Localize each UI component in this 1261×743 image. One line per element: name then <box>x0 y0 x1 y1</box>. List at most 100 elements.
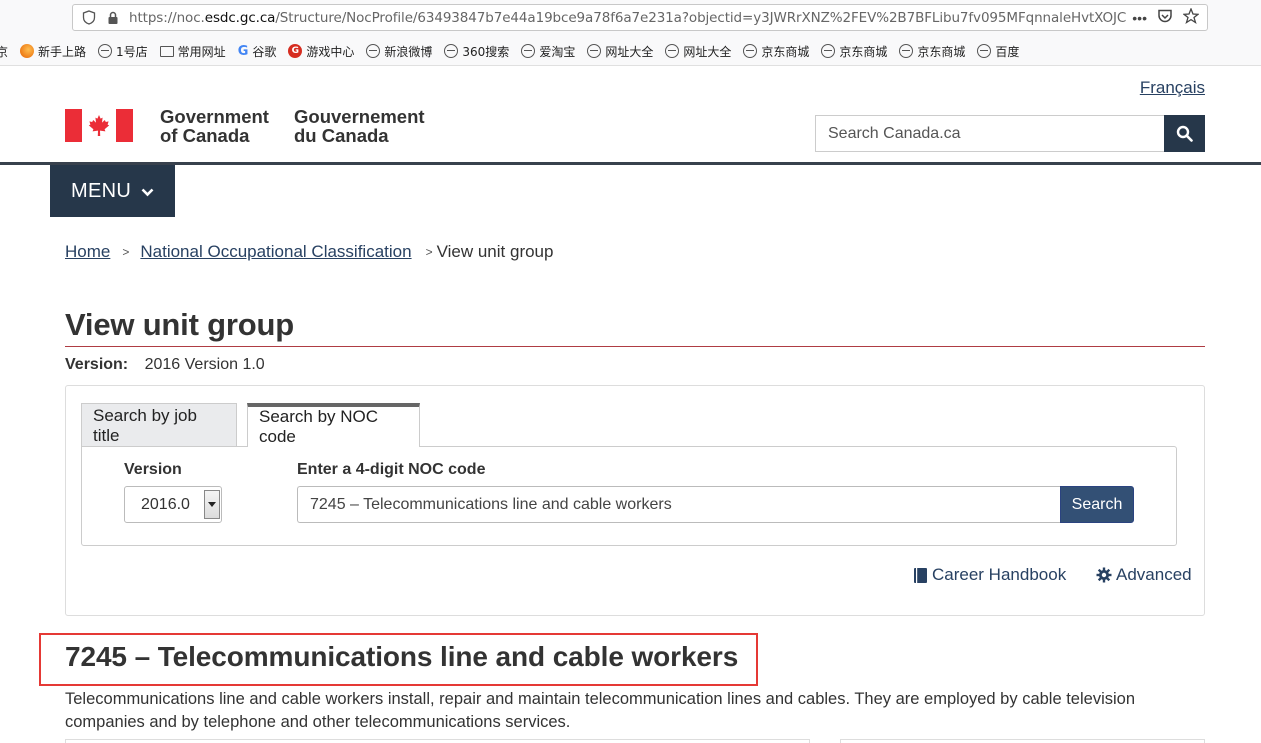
breadcrumb-noc-link[interactable]: National Occupational Classification <box>140 242 411 262</box>
breadcrumb-separator: > <box>425 245 433 259</box>
bookmark-label: 网址大全 <box>605 44 654 59</box>
bookmark-item[interactable]: 网址大全 <box>587 43 653 60</box>
select-arrow-icon[interactable] <box>204 490 220 519</box>
menu-label: MENU <box>71 179 132 202</box>
bookmark-item[interactable]: 1号店 <box>98 43 148 60</box>
google-icon: G <box>237 43 249 59</box>
bookmark-item[interactable]: 京 <box>0 43 8 60</box>
bookmark-item[interactable]: 新浪微博 <box>366 43 432 60</box>
version-select-label: Version <box>124 461 182 478</box>
pocket-icon[interactable] <box>1157 9 1173 27</box>
globe-icon <box>521 44 536 58</box>
site-search-input[interactable]: Search Canada.ca <box>815 115 1164 152</box>
bookmark-item[interactable]: 新手上路 <box>20 43 86 60</box>
version-info-value: 2016 Version 1.0 <box>144 356 265 373</box>
bookmark-item[interactable]: 网址大全 <box>665 43 731 60</box>
version-info: Version: 2016 Version 1.0 <box>65 356 265 374</box>
version-select-value: 2016.0 <box>141 495 190 513</box>
signature-fr-line1: Gouvernement <box>294 106 425 127</box>
bookmark-item[interactable]: G 谷歌 <box>238 43 277 60</box>
bookmark-label: 爱淘宝 <box>539 44 576 59</box>
tab-search-by-job-title[interactable]: Search by job title <box>81 403 237 447</box>
bookmark-item[interactable]: 360搜索 <box>444 43 509 60</box>
content-card <box>840 739 1205 743</box>
noc-code-input[interactable]: 7245 – Telecommunications line and cable… <box>297 486 1061 523</box>
bookmark-star-icon[interactable] <box>1182 7 1200 27</box>
globe-icon <box>665 44 680 58</box>
signature-english: Government of Canada <box>160 107 269 145</box>
globe-icon <box>98 44 113 58</box>
game-icon: G <box>288 44 303 58</box>
firefox-icon <box>20 44 35 58</box>
version-select[interactable]: 2016.0 <box>124 486 222 523</box>
bookmark-label: 1号店 <box>116 44 148 59</box>
search-icon <box>1176 125 1193 142</box>
bookmark-label: 京 <box>0 44 9 59</box>
bookmark-label: 网址大全 <box>683 44 732 59</box>
browser-chrome: https://noc.esdc.gc.ca/Structure/NocProf… <box>0 0 1261 66</box>
signature-en-line2: of Canada <box>160 125 250 146</box>
signature-en-line1: Government <box>160 106 269 127</box>
url-text[interactable]: https://noc.esdc.gc.ca/Structure/NocProf… <box>129 10 1132 26</box>
bookmark-label: 百度 <box>995 44 1020 59</box>
bookmark-item[interactable]: 京东商城 <box>743 43 809 60</box>
shield-icon[interactable] <box>81 10 97 26</box>
address-bar[interactable]: https://noc.esdc.gc.ca/Structure/NocProf… <box>72 4 1208 31</box>
lock-icon[interactable] <box>105 10 121 26</box>
globe-icon <box>899 44 914 58</box>
language-toggle-link[interactable]: Français <box>1140 78 1205 98</box>
canada-flag-logo[interactable] <box>65 109 133 142</box>
breadcrumb-current: View unit group <box>436 242 554 261</box>
globe-icon <box>366 44 381 58</box>
bookmark-item[interactable]: 京东商城 <box>899 43 965 60</box>
bookmark-label: 京东商城 <box>839 44 888 59</box>
unit-group-description: Telecommunications line and cable worker… <box>65 690 1136 731</box>
globe-icon <box>444 44 459 58</box>
site-search-button[interactable] <box>1164 115 1205 152</box>
bookmark-label: 游戏中心 <box>306 44 355 59</box>
bookmark-label: 360搜索 <box>462 44 510 59</box>
breadcrumb-home-link[interactable]: Home <box>65 242 110 262</box>
noc-code-label: Enter a 4-digit NOC code <box>297 461 486 478</box>
globe-icon <box>587 44 602 58</box>
bookmark-label: 京东商城 <box>917 44 966 59</box>
more-actions-icon[interactable]: ••• <box>1132 10 1147 26</box>
bookmark-label: 常用网址 <box>177 44 226 59</box>
menu-button[interactable]: MENU <box>50 165 175 217</box>
site-search: Search Canada.ca <box>815 115 1205 152</box>
signature-french: Gouvernement du Canada <box>294 107 425 145</box>
noc-search-button[interactable]: Search <box>1060 486 1134 523</box>
advanced-search-link[interactable]: Advanced <box>1096 565 1192 585</box>
bookmark-item[interactable]: 常用网址 <box>159 43 226 60</box>
version-info-label: Version: <box>65 356 129 373</box>
career-handbook-link[interactable]: Career Handbook <box>913 565 1066 585</box>
book-icon <box>913 567 928 584</box>
bookmark-label: 新手上路 <box>38 44 87 59</box>
bookmark-item[interactable]: 百度 <box>977 43 1019 60</box>
maple-leaf-icon <box>88 114 110 136</box>
bookmark-item[interactable]: 京东商城 <box>821 43 887 60</box>
unit-group-heading: 7245 – Telecommunications line and cable… <box>65 641 739 672</box>
bookmark-label: 京东商城 <box>761 44 810 59</box>
breadcrumb: Home > National Occupational Classificat… <box>65 242 553 262</box>
bookmarks-toolbar: 京新手上路 1号店 常用网址 G 谷歌 G 游戏中心 新浪微博 360搜索 爱淘宝 网址大全 网址大全… <box>0 40 1031 62</box>
breadcrumb-separator: > <box>122 245 130 259</box>
globe-icon <box>977 44 992 58</box>
career-handbook-label: Career Handbook <box>932 565 1067 584</box>
title-underline <box>65 346 1205 347</box>
gear-icon <box>1096 567 1112 583</box>
globe-icon <box>821 44 836 58</box>
content-card <box>65 739 810 743</box>
chevron-down-icon <box>141 184 154 200</box>
header-divider <box>0 162 1261 165</box>
tab-search-by-noc-code[interactable]: Search by NOC code <box>247 403 420 447</box>
bookmark-label: 新浪微博 <box>384 44 433 59</box>
bookmark-label: 谷歌 <box>252 44 277 59</box>
advanced-label: Advanced <box>1116 565 1192 584</box>
bookmark-item[interactable]: 爱淘宝 <box>521 43 575 60</box>
folder-icon <box>159 45 174 57</box>
signature-fr-line2: du Canada <box>294 125 389 146</box>
bookmark-item[interactable]: G 游戏中心 <box>288 43 354 60</box>
globe-icon <box>743 44 758 58</box>
page-title: View unit group <box>65 307 294 342</box>
